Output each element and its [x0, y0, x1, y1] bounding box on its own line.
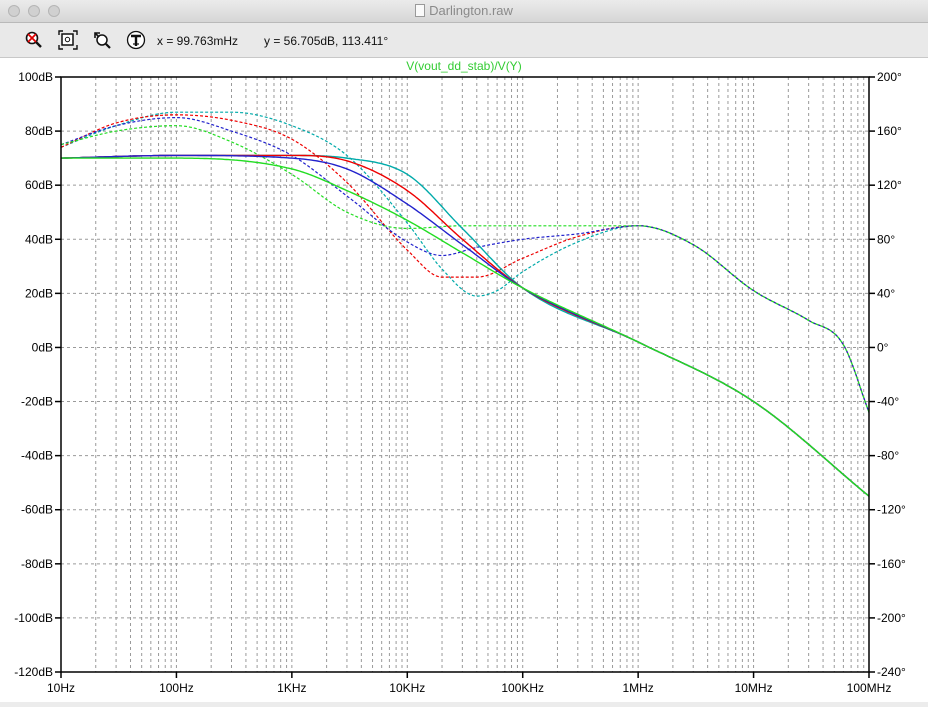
window-titlebar: Darlington.raw: [0, 0, 928, 23]
y-right-tick-label: -160°: [877, 557, 906, 571]
y-left-tick-label: 80dB: [25, 124, 53, 138]
y-right-tick-label: 0°: [877, 340, 889, 354]
y-right-tick-label: 200°: [877, 70, 902, 84]
grid: [61, 77, 869, 672]
y-right-tick-label: -80°: [877, 449, 899, 463]
y-left-tick-label: 60dB: [25, 178, 53, 192]
x-tick-label: 1KHz: [277, 681, 306, 695]
y-right-tick-label: 40°: [877, 286, 895, 300]
y-right-tick-label: 160°: [877, 124, 902, 138]
window-title-text: Darlington.raw: [429, 3, 513, 18]
y-left-tick-label: 40dB: [25, 232, 53, 246]
cursor-y-readout: y = 56.705dB, 113.411°: [264, 34, 389, 48]
y-left-tick-label: -100dB: [14, 611, 53, 625]
zoom-cancel-icon[interactable]: [24, 30, 44, 50]
x-tick-label: 10Hz: [47, 681, 75, 695]
y-right-tick-label: -240°: [877, 665, 906, 679]
x-tick-label: 10MHz: [735, 681, 773, 695]
zoom-full-icon[interactable]: [58, 30, 78, 50]
y-left-tick-label: 20dB: [25, 286, 53, 300]
zoom-back-icon[interactable]: [92, 30, 112, 50]
y-left-tick-label: -120dB: [14, 665, 53, 679]
y-right-tick-label: -200°: [877, 611, 906, 625]
y-left-tick-label: -20dB: [21, 395, 53, 409]
y-right-tick-label: 80°: [877, 232, 895, 246]
x-tick-label: 100KHz: [501, 681, 544, 695]
cursor-x-readout: x = 99.763mHz: [157, 34, 239, 48]
plot-frame: [55, 76, 875, 678]
y-left-tick-label: 100dB: [18, 70, 53, 84]
y-right-tick-label: -40°: [877, 395, 899, 409]
y-left-tick-label: -80dB: [21, 557, 53, 571]
x-tick-label: 100Hz: [159, 681, 194, 695]
toolbar: x = 99.763mHz y = 56.705dB, 113.411°: [0, 23, 928, 58]
y-left-tick-label: -40dB: [21, 449, 53, 463]
bode-plot[interactable]: V(vout_dd_stab)/V(Y) 100dB 80dB 60dB 40dB 20…: [0, 58, 928, 702]
axis-labels: 100dB 80dB 60dB 40dB 20dB 0dB -20dB -40dB -60dB -…: [14, 70, 906, 695]
plot-area[interactable]: V(vout_dd_stab)/V(Y) 100dB 80dB 60dB 40dB 20…: [0, 58, 928, 702]
y-left-tick-label: -60dB: [21, 503, 53, 517]
chart-title: V(vout_dd_stab)/V(Y): [406, 59, 521, 73]
x-tick-label: 100MHz: [847, 681, 892, 695]
window-title: Darlington.raw: [0, 3, 928, 18]
y-right-tick-label: 120°: [877, 178, 902, 192]
x-tick-label: 10KHz: [389, 681, 425, 695]
y-right-tick-label: -120°: [877, 503, 906, 517]
probe-icon[interactable]: [126, 30, 146, 50]
document-icon: [415, 4, 426, 17]
x-tick-label: 1MHz: [622, 681, 653, 695]
y-left-tick-label: 0dB: [32, 340, 53, 354]
